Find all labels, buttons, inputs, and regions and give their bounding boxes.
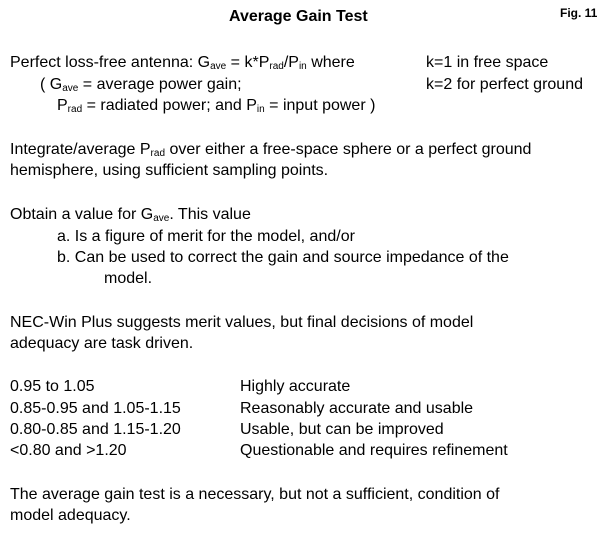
page-title: Average Gain Test [229, 8, 368, 25]
integrate-line-1: Integrate/average Prad over either a fre… [10, 141, 532, 159]
conclusion-line-2: model adequacy. [10, 507, 131, 524]
conclusion-line-1: The average gain test is a necessary, bu… [10, 486, 500, 503]
formula-line-3: Prad = radiated power; and Pin = input p… [57, 97, 376, 115]
obtain-item-b-cont: model. [104, 270, 153, 287]
merit-range-4: <0.80 and >1.20 [10, 442, 127, 459]
k-free-space: k=1 in free space [426, 54, 549, 71]
merit-rating-4: Questionable and requires refinement [240, 442, 508, 459]
merit-rating-3: Usable, but can be improved [240, 421, 444, 438]
figure-label: Fig. 11 [560, 6, 598, 20]
merit-range-1: 0.95 to 1.05 [10, 378, 95, 395]
merit-range-3: 0.80-0.85 and 1.15-1.20 [10, 421, 181, 438]
obtain-item-a: a. Is a figure of merit for the model, a… [57, 228, 355, 245]
integrate-line-2: hemisphere, using sufficient sampling po… [10, 162, 329, 179]
merit-range-2: 0.85-0.95 and 1.05-1.15 [10, 400, 181, 417]
merit-rating-2: Reasonably accurate and usable [240, 400, 474, 417]
obtain-item-b: b. Can be used to correct the gain and s… [57, 249, 509, 266]
necwin-line-1: NEC-Win Plus suggests merit values, but … [10, 314, 474, 331]
obtain-line-1: Obtain a value for Gave. This value [10, 206, 251, 224]
k-perfect-ground: k=2 for perfect ground [426, 76, 583, 93]
formula-line-2: ( Gave = average power gain; [40, 76, 242, 94]
merit-rating-1: Highly accurate [240, 378, 351, 395]
formula-line-1: Perfect loss-free antenna: Gave = k*Prad… [10, 54, 355, 72]
necwin-line-2: adequacy are task driven. [10, 335, 194, 352]
